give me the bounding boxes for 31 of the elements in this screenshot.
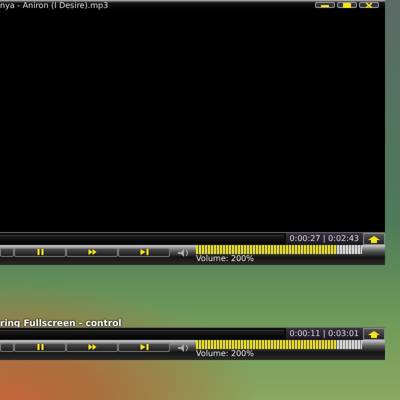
time-display: 0:00:27 | 0:02:43 (286, 233, 363, 245)
stop-button[interactable] (0, 248, 14, 256)
stop-button[interactable] (0, 342, 14, 352)
forward-icon (88, 343, 96, 351)
expand-button[interactable] (363, 233, 385, 245)
next-button[interactable] (118, 342, 170, 352)
next-icon (140, 343, 148, 351)
pause-icon (36, 248, 44, 256)
close-button[interactable] (359, 2, 379, 8)
time-display: 0:00:11 | 0:03:01 (286, 328, 363, 340)
speaker-icon[interactable] (178, 344, 190, 352)
fast-forward-button[interactable] (66, 342, 118, 352)
fast-forward-button[interactable] (66, 248, 118, 256)
pause-button[interactable] (14, 248, 66, 256)
maximize-button[interactable] (337, 2, 357, 8)
minimize-button[interactable] (315, 2, 335, 8)
caret-icon (368, 236, 380, 242)
next-button[interactable] (118, 248, 170, 256)
expand-button[interactable] (363, 328, 385, 340)
forward-icon (88, 248, 96, 256)
volume-label: Volume: 200% (196, 349, 255, 358)
volume-label: Volume: 200% (196, 254, 255, 263)
close-icon (366, 2, 372, 8)
speaker-icon[interactable] (178, 249, 190, 257)
next-icon (140, 248, 148, 256)
pause-icon (36, 343, 44, 351)
maximize-icon (343, 2, 351, 8)
pause-button[interactable] (14, 342, 66, 352)
minimize-icon (321, 4, 329, 6)
caret-icon (368, 330, 380, 338)
window-title: nya - Aniron (I Desire).mp3 (0, 0, 110, 11)
